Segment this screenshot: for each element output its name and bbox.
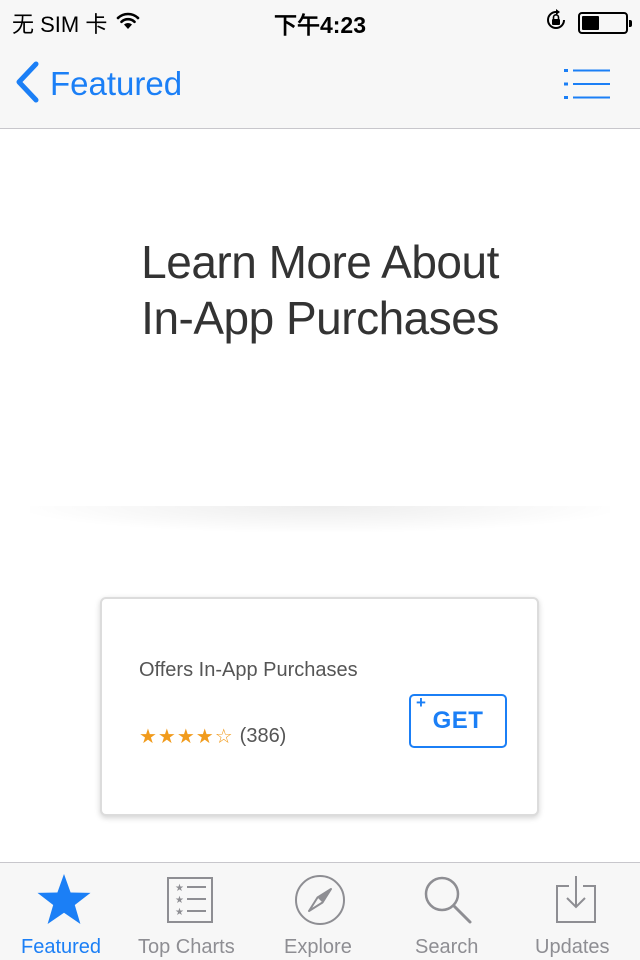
status-bar: 无 SIM 卡 下午4:23 xyxy=(0,0,640,40)
get-button[interactable]: + GET xyxy=(409,693,507,748)
star-icon xyxy=(34,871,94,929)
tab-label-search: Search xyxy=(415,936,479,958)
rotation-lock-icon xyxy=(544,8,568,37)
navigation-bar: Featured xyxy=(0,40,640,129)
featured-banner[interactable]: Learn More About In-App Purchases xyxy=(0,130,640,510)
top-charts-icon: ★ ★ ★ xyxy=(160,871,220,929)
banner-title-line-1: Learn More About xyxy=(141,236,499,288)
banner-title-line-2: In-App Purchases xyxy=(141,292,499,344)
rating: ★★★★☆ (386) xyxy=(139,724,286,749)
tab-label-updates: Updates xyxy=(535,936,610,958)
back-button-label: Featured xyxy=(50,65,183,102)
battery-icon xyxy=(578,11,632,34)
plus-icon: + xyxy=(416,693,426,712)
star-rating-icon: ★★★★☆ xyxy=(139,726,234,748)
tab-top-charts[interactable]: ★ ★ ★ Top Charts xyxy=(128,863,256,960)
chevron-left-icon xyxy=(14,60,40,109)
status-right xyxy=(544,8,632,37)
back-button[interactable]: Featured xyxy=(14,60,182,108)
banner-title: Learn More About In-App Purchases xyxy=(40,234,600,346)
tab-search[interactable]: Search xyxy=(384,863,512,960)
tab-label-explore: Explore xyxy=(284,936,352,958)
tab-bar: Featured ★ ★ ★ Top Charts Explore Search… xyxy=(0,862,640,960)
svg-text:★: ★ xyxy=(175,907,184,918)
updates-icon xyxy=(546,871,606,929)
tab-label-top-charts: Top Charts xyxy=(138,936,235,958)
compass-icon xyxy=(290,871,350,929)
banner-shadow xyxy=(30,506,610,532)
list-icon xyxy=(564,69,610,104)
in-app-purchase-card: Offers In-App Purchases ★★★★☆ (386) + GE… xyxy=(100,597,539,816)
get-button-label: GET xyxy=(432,707,484,734)
rating-count: (386) xyxy=(239,725,287,747)
svg-text:★: ★ xyxy=(175,883,184,894)
card-subtitle: Offers In-App Purchases xyxy=(139,659,358,681)
tab-label-featured: Featured xyxy=(21,936,102,958)
tab-explore[interactable]: Explore xyxy=(256,863,384,960)
tab-updates[interactable]: Updates xyxy=(512,863,640,960)
svg-text:★: ★ xyxy=(175,895,184,906)
tab-featured[interactable]: Featured xyxy=(0,863,128,960)
list-button[interactable] xyxy=(564,68,610,100)
search-icon xyxy=(418,871,478,929)
battery-level-fill xyxy=(582,15,599,30)
